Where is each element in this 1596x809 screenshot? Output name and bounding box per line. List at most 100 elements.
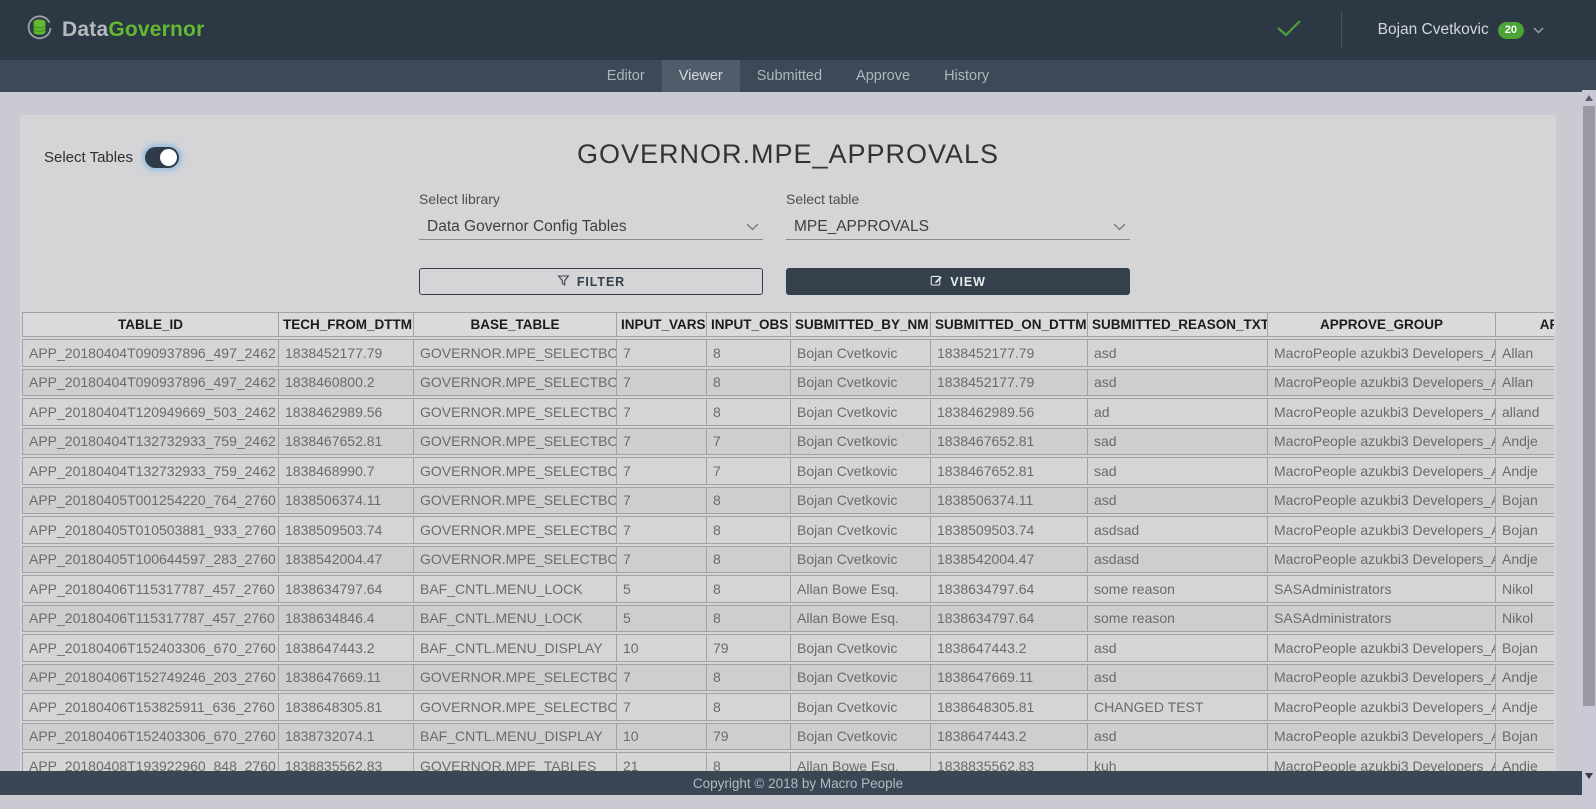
library-select-field: Select library Data Governor Config Tabl…: [419, 191, 763, 240]
table-row[interactable]: APP_20180406T152403306_670_2760183873207…: [22, 723, 1554, 751]
table-cell: 1838648305.81: [278, 693, 413, 721]
table-cell: 7: [616, 339, 706, 367]
table-cell: MacroPeople azukbi3 Developers_A: [1267, 428, 1495, 456]
table-cell: APP_20180404T090937896_497_2462: [22, 369, 278, 397]
table-cell: 8: [706, 575, 790, 603]
table-cell: APP_20180405T010503881_933_2760: [22, 516, 278, 544]
table-row[interactable]: APP_20180404T120949669_503_2462183846298…: [22, 398, 1554, 426]
table-row[interactable]: APP_20180404T090937896_497_2462183846080…: [22, 369, 1554, 397]
table-cell: Bojan Cvetkovic: [790, 398, 930, 426]
table-row[interactable]: APP_20180405T100644597_283_2760183854200…: [22, 546, 1554, 574]
topbar-divider: [1341, 11, 1342, 49]
table-cell: Bojan: [1495, 487, 1554, 515]
table-cell: BAF_CNTL.MENU_LOCK: [413, 605, 616, 633]
tab-editor[interactable]: Editor: [590, 60, 662, 92]
table-select[interactable]: MPE_APPROVALS: [786, 214, 1130, 240]
table-cell: some reason: [1087, 575, 1267, 603]
table-cell: Bojan: [1495, 634, 1554, 662]
library-select[interactable]: Data Governor Config Tables: [419, 214, 763, 240]
table-cell: Bojan: [1495, 723, 1554, 751]
table-cell: 8: [706, 487, 790, 515]
table-cell: GOVERNOR.MPE_SELECTBOX: [413, 369, 616, 397]
table-cell: BAF_CNTL.MENU_LOCK: [413, 575, 616, 603]
table-cell: 1838647669.11: [930, 664, 1087, 692]
edit-square-icon: [930, 274, 943, 290]
user-menu[interactable]: Bojan Cvetkovic 20: [1378, 21, 1544, 39]
table-cell: MacroPeople azukbi3 Developers_A: [1267, 487, 1495, 515]
table-cell: 10: [616, 634, 706, 662]
table-cell: GOVERNOR.MPE_SELECTBOX: [413, 664, 616, 692]
table-cell: APP_20180406T152403306_670_2760: [22, 723, 278, 751]
table-cell: 8: [706, 605, 790, 633]
table-row[interactable]: APP_20180404T132732933_759_2462183846899…: [22, 457, 1554, 485]
table-cell: 5: [616, 575, 706, 603]
table-cell: asd: [1087, 664, 1267, 692]
data-table: TABLE_IDTECH_FROM_DTTMBASE_TABLEINPUT_VA…: [22, 310, 1554, 782]
table-row[interactable]: APP_20180406T153825911_636_2760183864830…: [22, 693, 1554, 721]
table-cell: asd: [1087, 723, 1267, 751]
column-header: TECH_FROM_DTTM: [278, 312, 413, 337]
scrollbar-thumb[interactable]: [1583, 106, 1595, 706]
table-cell: GOVERNOR.MPE_SELECTBOX: [413, 457, 616, 485]
table-cell: BAF_CNTL.MENU_DISPLAY: [413, 634, 616, 662]
table-row[interactable]: APP_20180406T152403306_670_2760183864744…: [22, 634, 1554, 662]
table-cell: Nikol: [1495, 605, 1554, 633]
table-cell: 1838634797.64: [930, 605, 1087, 633]
table-cell: sad: [1087, 428, 1267, 456]
table-cell: 7: [706, 428, 790, 456]
table-cell: asd: [1087, 339, 1267, 367]
table-cell: 8: [706, 339, 790, 367]
table-cell: Bojan: [1495, 516, 1554, 544]
filter-button[interactable]: FILTER: [419, 268, 763, 295]
view-button[interactable]: VIEW: [786, 268, 1130, 295]
data-table-wrap: TABLE_IDTECH_FROM_DTTMBASE_TABLEINPUT_VA…: [22, 310, 1554, 782]
table-cell: Bojan Cvetkovic: [790, 664, 930, 692]
table-cell: MacroPeople azukbi3 Developers_A: [1267, 516, 1495, 544]
table-cell: 10: [616, 723, 706, 751]
table-cell: 1838647443.2: [278, 634, 413, 662]
table-cell: GOVERNOR.MPE_SELECTBOX: [413, 339, 616, 367]
column-header: TABLE_ID: [22, 312, 278, 337]
table-cell: Bojan Cvetkovic: [790, 693, 930, 721]
scroll-up-arrow-icon[interactable]: [1585, 95, 1593, 101]
table-cell: Andje: [1495, 664, 1554, 692]
table-row[interactable]: APP_20180404T132732933_759_2462183846765…: [22, 428, 1554, 456]
table-row[interactable]: APP_20180406T115317787_457_2760183863484…: [22, 605, 1554, 633]
table-cell: Bojan Cvetkovic: [790, 428, 930, 456]
table-select-value: MPE_APPROVALS: [794, 218, 1113, 236]
table-row[interactable]: APP_20180406T152749246_203_2760183864766…: [22, 664, 1554, 692]
table-cell: 7: [616, 693, 706, 721]
table-cell: Bojan Cvetkovic: [790, 487, 930, 515]
tab-viewer[interactable]: Viewer: [662, 60, 740, 92]
table-cell: Bojan Cvetkovic: [790, 516, 930, 544]
tab-history[interactable]: History: [927, 60, 1006, 92]
table-row[interactable]: APP_20180406T115317787_457_2760183863479…: [22, 575, 1554, 603]
table-cell: APP_20180404T132732933_759_2462: [22, 428, 278, 456]
table-cell: MacroPeople azukbi3 Developers_A: [1267, 634, 1495, 662]
scroll-down-arrow-icon[interactable]: [1585, 773, 1593, 779]
table-cell: 8: [706, 546, 790, 574]
table-cell: APP_20180404T132732933_759_2462: [22, 457, 278, 485]
table-row[interactable]: APP_20180404T090937896_497_2462183845217…: [22, 339, 1554, 367]
table-row[interactable]: APP_20180405T010503881_933_2760183850950…: [22, 516, 1554, 544]
column-header: APPROVED_BY_NM: [1495, 312, 1554, 337]
library-select-label: Select library: [419, 191, 763, 207]
library-select-value: Data Governor Config Tables: [427, 218, 746, 236]
table-cell: asd: [1087, 487, 1267, 515]
table-cell: MacroPeople azukbi3 Developers_A: [1267, 546, 1495, 574]
table-cell: 1838542004.47: [278, 546, 413, 574]
table-cell: Andje: [1495, 457, 1554, 485]
table-cell: 1838647443.2: [930, 723, 1087, 751]
column-header: INPUT_OBS: [706, 312, 790, 337]
table-cell: SASAdministrators: [1267, 575, 1495, 603]
table-cell: sad: [1087, 457, 1267, 485]
table-row[interactable]: APP_20180405T001254220_764_2760183850637…: [22, 487, 1554, 515]
tab-submitted[interactable]: Submitted: [740, 60, 839, 92]
page-scrollbar: [1582, 90, 1596, 809]
table-cell: 5: [616, 605, 706, 633]
brand-logo[interactable]: DataGovernor: [26, 14, 204, 46]
tab-approve[interactable]: Approve: [839, 60, 927, 92]
brand-name: DataGovernor: [62, 18, 204, 42]
table-cell: 1838647669.11: [278, 664, 413, 692]
table-cell: MacroPeople azukbi3 Developers_A: [1267, 339, 1495, 367]
